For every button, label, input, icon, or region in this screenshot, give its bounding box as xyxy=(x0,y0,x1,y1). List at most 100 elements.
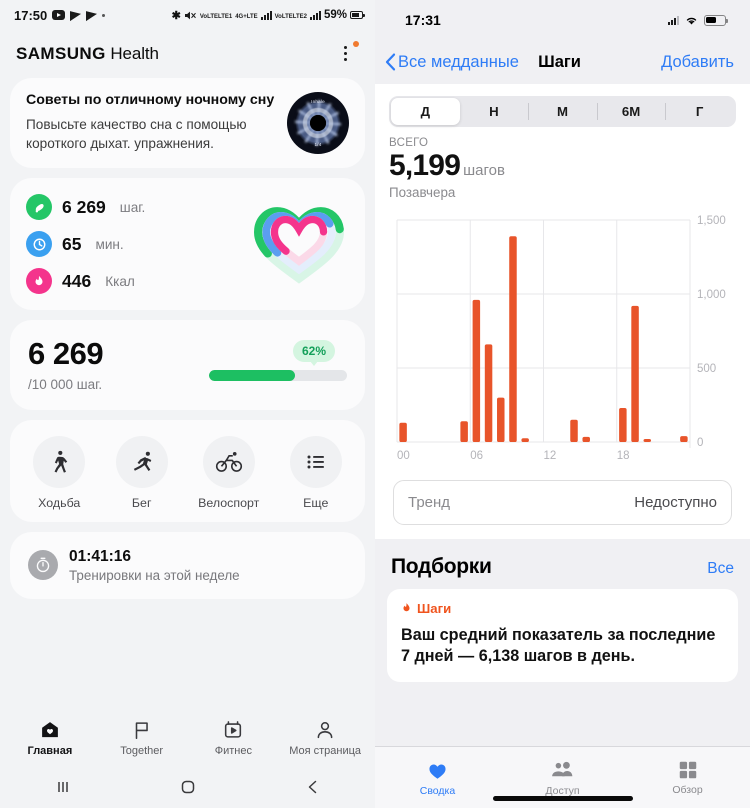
steps-unit: шаг. xyxy=(119,199,146,215)
sleep-tip-card[interactable]: Советы по отличному ночному сну Повысьте… xyxy=(10,78,365,169)
activity-cycling[interactable]: Велоспорт xyxy=(198,435,259,510)
recents-icon[interactable] xyxy=(53,777,73,797)
ios-health-screen: 17:31 Все медданные Шаги Добавить Д Н М … xyxy=(375,0,750,808)
heart-icon xyxy=(429,763,446,779)
android-bottom-nav: Главная Together Фитнес Моя страница xyxy=(0,710,375,766)
nav-item-together[interactable]: Together xyxy=(96,719,188,757)
segment-year[interactable]: Г xyxy=(665,98,734,125)
tip-title: Советы по отличному ночному сну xyxy=(26,92,275,108)
steps-goal: /10 000 шаг. xyxy=(28,376,103,392)
activity-running[interactable]: Бег xyxy=(115,435,168,510)
trend-value: Недоступно xyxy=(634,493,717,511)
telegram-icon xyxy=(70,8,82,22)
svg-text:18: 18 xyxy=(617,450,630,462)
see-all-link[interactable]: Все xyxy=(707,560,734,578)
activity-label: Еще xyxy=(303,495,329,510)
metric-steps: 6 269 шаг. xyxy=(26,194,249,221)
steps-progress-card[interactable]: 6 269 /10 000 шаг. 62% xyxy=(10,320,365,410)
battery-percent: 59% xyxy=(323,9,347,21)
highlight-card[interactable]: Шаги Ваш средний показатель за последние… xyxy=(387,588,738,682)
chevron-left-icon xyxy=(385,53,396,71)
activity-walking[interactable]: Ходьба xyxy=(33,435,86,510)
activity-rings-heart xyxy=(253,207,345,284)
flag-icon xyxy=(135,722,148,740)
add-button[interactable]: Добавить xyxy=(661,53,734,72)
workout-subtitle: Тренировки на этой неделе xyxy=(69,567,240,583)
activity-metrics-card[interactable]: 6 269 шаг. 65 мин. 446 Ккал xyxy=(10,178,365,311)
minutes-value: 65 xyxy=(62,233,82,254)
minutes-unit: мин. xyxy=(95,236,124,252)
ios-content: Д Н М 6М Г ВСЕГО 5,199 шагов Позавчера 0 5… xyxy=(375,84,750,746)
workout-summary-card[interactable]: 01:41:16 Тренировки на этой неделе xyxy=(10,531,365,599)
android-status-bar: 17:50 ✱ VoLTELTE1 4G+LTE VoLTELTE2 59% xyxy=(0,0,375,30)
home-indicator xyxy=(492,796,633,801)
samsung-health-screen: 17:50 ✱ VoLTELTE1 4G+LTE VoLTELTE2 59% S… xyxy=(0,0,375,808)
home-icon[interactable] xyxy=(178,777,198,797)
total-label: ВСЕГО xyxy=(389,137,429,149)
highlight-text: Ваш средний показатель за последние 7 дн… xyxy=(401,625,716,666)
svg-text:00: 00 xyxy=(397,450,410,462)
volte-icon-2: VoLTELTE2 xyxy=(274,14,307,20)
flame-icon xyxy=(403,602,410,611)
calories-value: 446 xyxy=(62,270,92,291)
youtube-icon xyxy=(52,10,66,20)
mute-icon xyxy=(184,11,196,19)
flame-icon xyxy=(26,268,52,295)
metric-minutes: 65 мин. xyxy=(26,231,249,258)
activity-label: Ходьба xyxy=(38,495,81,510)
tab-sharing[interactable]: Доступ xyxy=(500,759,625,797)
brand-name: SAMSUNG xyxy=(16,44,106,63)
total-row: 5,199 шагов xyxy=(389,149,736,184)
steps-bar-chart[interactable]: 0 500 1,000 1,500 00 06 12 18 xyxy=(389,206,736,468)
page-title: Шаги xyxy=(538,52,581,71)
svg-text:0: 0 xyxy=(697,437,703,449)
trend-label: Тренд xyxy=(408,493,451,511)
android-system-nav xyxy=(0,766,375,808)
steps-count: 6 269 xyxy=(28,336,104,372)
notification-badge xyxy=(353,41,359,47)
tab-label: Обзор xyxy=(672,784,703,796)
back-button[interactable]: Все медданные xyxy=(385,53,519,72)
tab-browse[interactable]: Обзор xyxy=(625,759,750,796)
kebab-menu-icon[interactable] xyxy=(335,41,359,65)
steps-shoe-icon xyxy=(26,194,52,221)
dot-icon xyxy=(102,13,106,17)
trend-row[interactable]: Тренд Недоступно xyxy=(393,479,732,525)
ios-status-bar: 17:31 xyxy=(375,0,750,40)
segment-6months[interactable]: 6М xyxy=(596,98,666,125)
time-range-segmented-control: Д Н М 6М Г xyxy=(389,96,736,127)
highlight-tag: Шаги xyxy=(401,601,724,616)
tab-summary[interactable]: Сводка xyxy=(375,759,500,797)
segment-week[interactable]: Н xyxy=(460,98,529,125)
activity-more[interactable]: Еще xyxy=(289,435,342,510)
back-icon[interactable] xyxy=(303,777,323,797)
svg-text:1,000: 1,000 xyxy=(697,289,726,301)
nav-item-fitness[interactable]: Фитнес xyxy=(188,719,280,757)
nav-item-home[interactable]: Главная xyxy=(4,719,96,757)
status-time: 17:50 xyxy=(14,7,48,23)
stopwatch-icon xyxy=(28,550,58,581)
svg-text:500: 500 xyxy=(697,363,716,375)
highlights-header: Подборки Все xyxy=(375,539,750,589)
segment-day[interactable]: Д xyxy=(391,98,460,125)
ios-status-time: 17:31 xyxy=(405,12,441,28)
svg-text:12: 12 xyxy=(544,450,557,462)
running-icon xyxy=(115,435,168,488)
wifi-icon xyxy=(686,17,697,25)
steps-progress-fill xyxy=(209,370,295,382)
nav-item-mypage[interactable]: Моя страница xyxy=(279,719,371,757)
metric-calories: 446 Ккал xyxy=(26,268,249,295)
segment-month[interactable]: М xyxy=(528,98,597,125)
svg-text:06: 06 xyxy=(470,450,483,462)
activity-shortcuts-card: Ходьба Бег Велоспорт Еще xyxy=(10,419,365,522)
tab-label: Сводка xyxy=(419,784,456,797)
person-icon xyxy=(317,721,333,739)
nav-label: Моя страница xyxy=(289,745,362,757)
battery-icon xyxy=(704,14,728,26)
battery-icon xyxy=(350,11,365,19)
steps-chart-card: Д Н М 6М Г ВСЕГО 5,199 шагов Позавчера 0 5… xyxy=(375,84,750,539)
steps-value: 6 269 xyxy=(62,196,106,217)
back-label: Все медданные xyxy=(398,52,519,71)
fitness-video-icon xyxy=(225,721,242,738)
list-more-icon xyxy=(289,435,342,488)
